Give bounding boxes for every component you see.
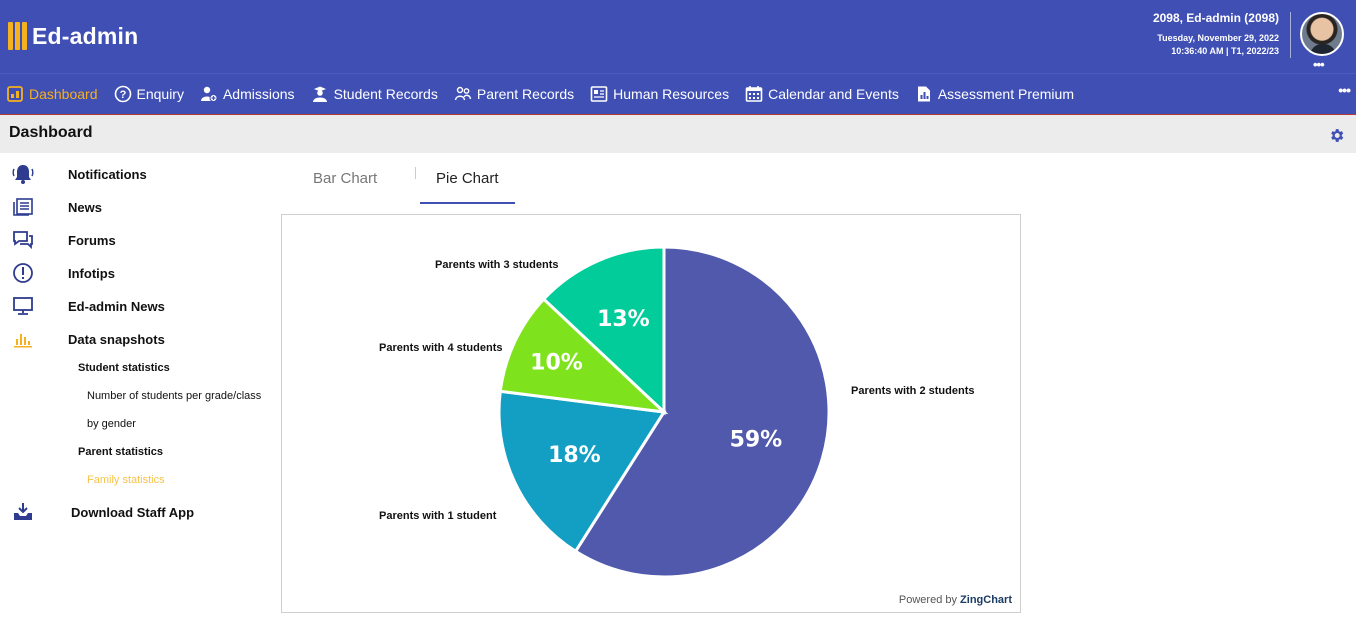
logo-mark-icon [8,22,28,50]
slice-category-label: Parents with 4 students [379,342,502,354]
sidebar-item-label: News [68,199,102,215]
gear-icon[interactable] [1328,127,1345,144]
monitor-icon [12,295,34,317]
newspaper-icon [12,196,34,218]
app-title: Ed-admin [32,22,139,49]
slice-percent-label: 13% [597,307,650,332]
nav-item-enquiry[interactable]: ? Enquiry [114,74,184,115]
nav-item-assessment-premium[interactable]: Assessment Premium [915,74,1074,115]
slice-percent-label: 59% [730,428,783,453]
person-add-icon [200,85,218,103]
slice-percent-label: 18% [548,443,601,468]
dashboard-icon [6,85,24,103]
slice-category-label: Parents with 3 students [435,259,558,271]
nav-label: Assessment Premium [937,86,1074,102]
active-tab-indicator [420,202,515,204]
header-divider [1290,12,1291,58]
slice-category-label: Parents with 1 student [379,510,497,522]
nav-label: Parent Records [476,86,575,102]
nav-label: Enquiry [136,86,184,102]
nav-item-human-resources[interactable]: Human Resources [590,74,729,115]
tab-bar-chart[interactable]: Bar Chart [313,170,377,187]
main-nav: Dashboard ? Enquiry Admissions Student R… [0,73,1356,114]
sidebar-sub-by-gender[interactable]: by gender [87,418,136,430]
nav-item-parent-records[interactable]: Parent Records [454,74,574,115]
nav-label: Calendar and Events [768,86,899,102]
download-tray-icon [12,501,34,523]
top-header: Ed-admin 2098, Ed-admin (2098) Tuesday, … [0,0,1356,73]
nav-item-admissions[interactable]: Admissions [200,74,295,115]
pie-chart-panel: 59% Parents with 2 students 18% Parents wit… [281,214,1021,613]
page-header: Dashboard [0,115,1356,153]
sidebar: Notifications News Forums Infotips Ed-ad… [6,153,276,623]
user-name[interactable]: 2098, Ed-admin (2098) [1153,11,1279,25]
sidebar-sub-students-per-grade[interactable]: Number of students per grade/class [87,390,261,402]
bell-icon [12,163,34,185]
current-time-term: 10:36:40 AM | T1, 2022/23 [1171,46,1279,56]
slice-percent-label: 10% [530,350,583,375]
avatar[interactable] [1300,12,1344,56]
nav-label: Student Records [333,86,438,102]
sidebar-item-label: Forums [68,232,116,248]
tab-pie-chart[interactable]: Pie Chart [436,170,499,187]
user-menu-more-icon[interactable]: ••• [1313,57,1325,72]
powered-by-credit[interactable]: Powered by ZingChart [899,594,1012,606]
nav-item-student-records[interactable]: Student Records [311,74,438,115]
chat-icon [12,229,34,251]
current-date: Tuesday, November 29, 2022 [1157,33,1279,43]
calendar-icon [745,85,763,103]
nav-item-dashboard[interactable]: Dashboard [6,74,98,115]
exclamation-circle-icon [12,262,34,284]
sidebar-item-label: Ed-admin News [68,298,165,314]
nav-label: Admissions [222,86,295,102]
parents-icon [454,85,472,103]
svg-text:?: ? [119,89,126,101]
report-icon [915,85,933,103]
user-info: 2098, Ed-admin (2098) Tuesday, November … [1153,11,1279,56]
nav-item-calendar-events[interactable]: Calendar and Events [745,74,899,115]
id-card-icon [590,85,608,103]
tab-separator [415,167,416,179]
bar-chart-icon [12,328,34,350]
sidebar-item-label: Notifications [68,166,147,182]
question-circle-icon: ? [114,85,132,103]
app-logo[interactable]: Ed-admin [8,22,138,50]
sidebar-sub-family-statistics[interactable]: Family statistics [87,474,165,486]
page-title: Dashboard [9,124,93,141]
nav-label: Dashboard [29,86,98,102]
slice-category-label: Parents with 2 students [851,385,974,397]
student-icon [311,85,329,103]
nav-label: Human Resources [613,86,730,102]
sidebar-item-label: Infotips [68,265,115,281]
nav-more-icon[interactable]: ••• [1338,82,1351,98]
pie-chart: 59% Parents with 2 students 18% Parents wit… [379,245,974,579]
sidebar-item-label: Data snapshots [68,331,165,347]
sidebar-sub-student-statistics[interactable]: Student statistics [78,362,170,374]
sidebar-sub-parent-statistics[interactable]: Parent statistics [78,446,163,458]
sidebar-item-label: Download Staff App [71,504,195,520]
